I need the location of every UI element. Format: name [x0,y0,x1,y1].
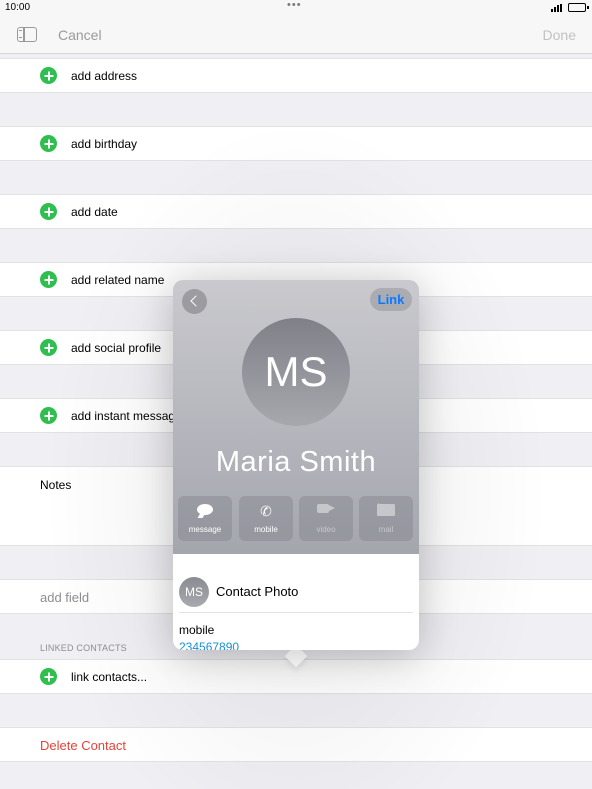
video-camera-icon [317,504,335,513]
add-birthday-label: add birthday [71,137,138,151]
mail-action-button[interactable]: mail [359,496,413,541]
linked-contacts-header: LINKED CONTACTS [40,643,127,653]
phone-icon: ✆ [260,503,272,519]
add-icon[interactable] [40,203,57,220]
action-label: mail [378,525,394,534]
quick-actions: message ✆ mobile video mail [178,496,414,541]
battery-icon [568,3,586,12]
avatar: MS [242,318,350,426]
contact-photo-row[interactable]: MS Contact Photo [179,577,413,613]
video-action-button[interactable]: video [299,496,353,541]
mobile-label: mobile [179,623,215,637]
envelope-icon [377,504,395,516]
message-bubble-icon [197,504,213,515]
add-icon[interactable] [40,67,57,84]
notes-label: Notes [40,478,72,492]
contact-name: Maria Smith [215,446,377,478]
add-icon[interactable] [40,407,57,424]
add-icon[interactable] [40,135,57,152]
avatar: MS [179,577,209,607]
delete-contact-button[interactable]: Delete Contact [40,738,126,753]
done-button[interactable]: Done [543,27,576,43]
add-date-row[interactable]: add date [0,194,592,229]
action-label: message [188,525,222,534]
signal-icon [551,4,565,12]
status-time: 10:00 [5,2,31,13]
link-contacts-label: link contacts... [71,670,148,684]
status-bar: 10:00 ••• [0,0,592,16]
cancel-button[interactable]: Cancel [58,27,102,43]
add-field-label: add field [40,590,90,605]
contact-card-popover: Link MS Maria Smith message ✆ mobile vid… [173,280,419,650]
message-action-button[interactable]: message [178,496,232,541]
link-button[interactable]: Link [370,288,412,311]
add-instant-message-label: add instant messag [71,409,176,423]
add-social-profile-label: add social profile [71,341,162,355]
nav-bar: Cancel Done [0,16,592,54]
add-date-label: add date [71,205,118,219]
add-address-row[interactable]: add address [0,58,592,93]
add-icon[interactable] [40,339,57,356]
mobile-action-button[interactable]: ✆ mobile [239,496,293,541]
add-related-name-label: add related name [71,273,165,287]
add-icon[interactable] [40,668,57,685]
back-chevron-icon[interactable] [182,289,207,314]
multitasking-dots[interactable]: ••• [287,0,302,11]
contact-photo-label: Contact Photo [216,584,299,599]
add-address-label: add address [71,69,138,83]
action-label: mobile [254,525,278,534]
delete-contact-row[interactable]: Delete Contact [0,727,592,762]
mobile-number-link[interactable]: 234567890 [179,640,239,650]
add-icon[interactable] [40,271,57,288]
sidebar-toggle-icon[interactable] [17,27,37,42]
action-label: video [316,525,336,534]
contact-card-header: Link MS Maria Smith message ✆ mobile vid… [173,280,419,554]
add-birthday-row[interactable]: add birthday [0,126,592,161]
